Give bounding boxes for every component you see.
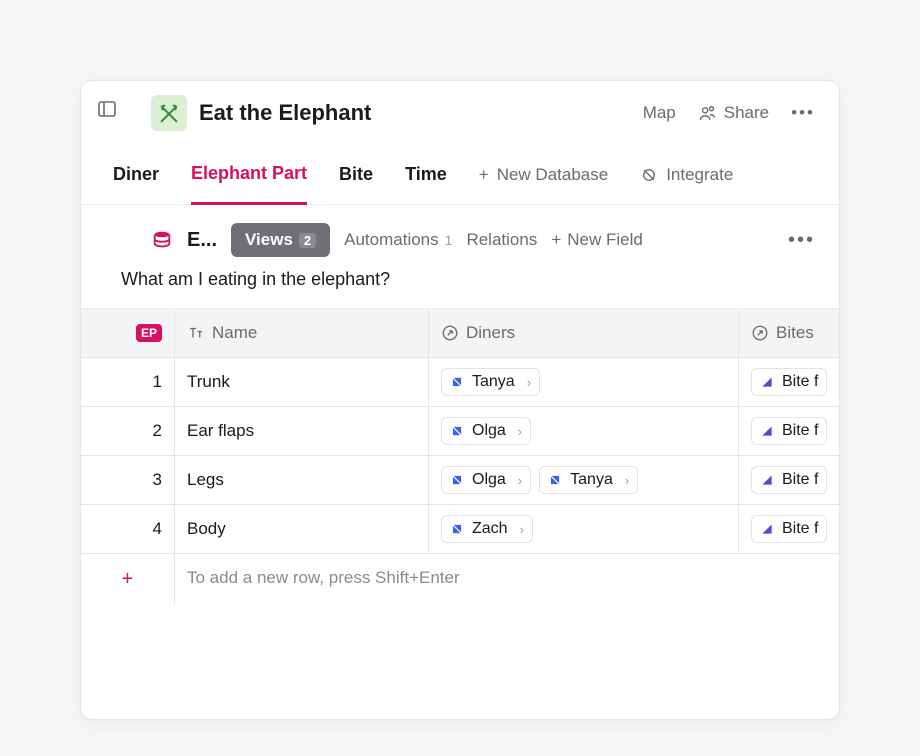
column-badge[interactable]: EP — [81, 309, 175, 358]
header-actions: Map Share ••• — [643, 103, 815, 123]
bite-tag[interactable]: Bite f — [751, 515, 827, 543]
cell-name[interactable]: Ear flaps — [175, 407, 429, 456]
database-tabs: Diner Elephant Part Bite Time + New Data… — [81, 145, 839, 205]
cell-bites[interactable]: Bite f — [739, 456, 840, 505]
more-menu-icon[interactable]: ••• — [791, 103, 815, 123]
new-database-button[interactable]: + New Database — [479, 165, 608, 185]
share-label: Share — [724, 103, 769, 123]
cell-bites[interactable]: Bite f — [739, 407, 840, 456]
bite-icon — [760, 522, 774, 536]
chevron-right-icon: › — [527, 375, 531, 390]
table-row[interactable]: 1Trunk Tanya› Bite f — [81, 358, 839, 407]
table-row[interactable]: 2Ear flaps Olga› Bite f — [81, 407, 839, 456]
diner-icon — [450, 424, 464, 438]
row-number: 3 — [81, 456, 175, 505]
bite-tag[interactable]: Bite f — [751, 466, 827, 494]
cell-diners[interactable]: Tanya› — [429, 358, 739, 407]
integrate-icon — [640, 166, 658, 184]
diner-tag[interactable]: Olga› — [441, 417, 531, 445]
sidebar-toggle-icon[interactable] — [97, 99, 117, 119]
database-icon — [151, 229, 173, 251]
cell-name[interactable]: Trunk — [175, 358, 429, 407]
column-diners[interactable]: Diners — [429, 309, 739, 358]
add-row[interactable]: + To add a new row, press Shift+Enter — [81, 554, 839, 605]
bite-tag[interactable]: Bite f — [751, 417, 827, 445]
chevron-right-icon: › — [518, 424, 522, 439]
share-button[interactable]: Share — [698, 103, 769, 123]
tab-time[interactable]: Time — [405, 146, 447, 203]
bite-icon — [760, 473, 774, 487]
integrate-button[interactable]: Integrate — [640, 165, 733, 185]
plus-icon: + — [551, 230, 561, 250]
add-row-hint: To add a new row, press Shift+Enter — [175, 554, 839, 605]
views-count: 2 — [299, 233, 316, 248]
database-subbar: E... Views 2 Automations 1 Relations + N… — [81, 205, 839, 267]
cell-bites[interactable]: Bite f — [739, 505, 840, 554]
cell-name[interactable]: Body — [175, 505, 429, 554]
add-row-plus-icon[interactable]: + — [81, 554, 175, 605]
cell-bites[interactable]: Bite f — [739, 358, 840, 407]
page-header: Eat the Elephant Map Share ••• — [81, 81, 839, 145]
diner-tag[interactable]: Zach› — [441, 515, 533, 543]
table-row[interactable]: 4Body Zach› Bite f — [81, 505, 839, 554]
tab-bite[interactable]: Bite — [339, 146, 373, 203]
page-title[interactable]: Eat the Elephant — [199, 100, 643, 126]
database-description[interactable]: What am I eating in the elephant? — [81, 267, 839, 308]
column-name[interactable]: Name — [175, 309, 429, 358]
plus-icon: + — [479, 165, 489, 185]
app-window: Eat the Elephant Map Share ••• Diner Ele… — [80, 80, 840, 720]
chevron-right-icon: › — [625, 473, 629, 488]
doc-emoji-icon — [151, 95, 187, 131]
relations-button[interactable]: Relations — [466, 230, 537, 250]
new-field-button[interactable]: + New Field — [551, 230, 643, 250]
diner-icon — [548, 473, 562, 487]
subbar-more-icon[interactable]: ••• — [788, 229, 815, 252]
chevron-right-icon: › — [518, 473, 522, 488]
table-header: EP Name Diners — [81, 309, 839, 358]
row-number: 4 — [81, 505, 175, 554]
row-number: 1 — [81, 358, 175, 407]
row-number: 2 — [81, 407, 175, 456]
diner-tag[interactable]: Olga› — [441, 466, 531, 494]
views-button[interactable]: Views 2 — [231, 223, 330, 257]
automations-count: 1 — [445, 232, 453, 248]
database-name[interactable]: E... — [187, 229, 217, 252]
tab-elephant-part[interactable]: Elephant Part — [191, 145, 307, 205]
cell-name[interactable]: Legs — [175, 456, 429, 505]
diner-icon — [450, 375, 464, 389]
column-bites[interactable]: Bites — [739, 309, 840, 358]
diner-tag[interactable]: Tanya› — [539, 466, 638, 494]
tab-diner[interactable]: Diner — [113, 146, 159, 203]
text-type-icon — [187, 324, 205, 342]
cell-diners[interactable]: Zach› — [429, 505, 739, 554]
cell-diners[interactable]: Olga› — [429, 407, 739, 456]
bite-icon — [760, 424, 774, 438]
relation-icon — [751, 324, 769, 342]
cell-diners[interactable]: Olga› Tanya› — [429, 456, 739, 505]
ep-badge: EP — [136, 324, 162, 342]
diner-icon — [450, 473, 464, 487]
diner-tag[interactable]: Tanya› — [441, 368, 540, 396]
diner-icon — [450, 522, 464, 536]
automations-button[interactable]: Automations 1 — [344, 230, 452, 250]
map-button[interactable]: Map — [643, 103, 676, 123]
data-table: EP Name Diners — [81, 308, 839, 605]
bite-tag[interactable]: Bite f — [751, 368, 827, 396]
table-row[interactable]: 3Legs Olga› Tanya› Bite f — [81, 456, 839, 505]
chevron-right-icon: › — [520, 522, 524, 537]
relation-icon — [441, 324, 459, 342]
bite-icon — [760, 375, 774, 389]
